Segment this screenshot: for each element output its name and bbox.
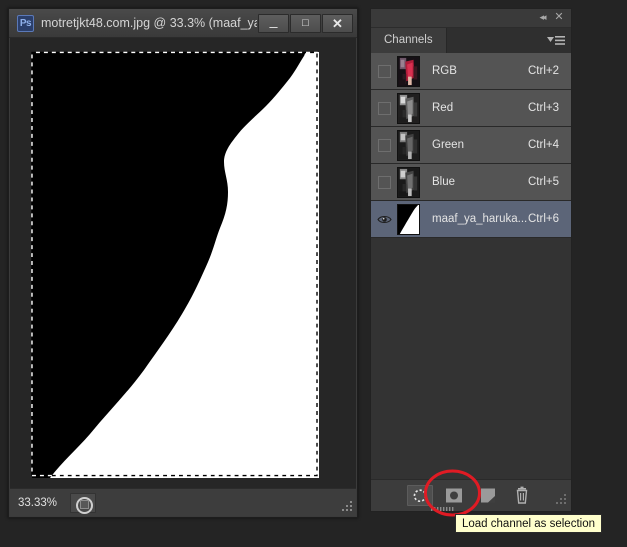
visibility-cell[interactable]	[371, 64, 397, 78]
close-icon: ✕	[332, 15, 343, 31]
document-info-icon[interactable]	[70, 492, 96, 514]
save-selection-as-channel-button[interactable]	[441, 485, 467, 506]
window-controls: _ □ ✕	[257, 11, 353, 33]
tab-channels[interactable]: Channels	[371, 28, 447, 53]
zoom-level-value[interactable]: 33.33%	[18, 497, 70, 509]
minimize-icon: _	[269, 11, 278, 28]
channel-name: Red	[432, 102, 454, 114]
new-channel-button[interactable]	[475, 485, 501, 506]
document-titlebar[interactable]: Ps motretjkt48.com.jpg @ 33.3% (maaf_ya.…	[9, 9, 357, 38]
visibility-cell[interactable]	[371, 138, 397, 152]
channel-name: Green	[432, 139, 464, 151]
window-resize-grip[interactable]	[340, 500, 353, 513]
channel-name: maaf_ya_haruka...	[432, 213, 528, 225]
visibility-checkbox[interactable]	[377, 138, 391, 152]
panel-drag-grip[interactable]	[431, 507, 457, 511]
panel-bottom-toolbar	[371, 479, 571, 511]
visibility-checkbox[interactable]	[377, 175, 391, 189]
visibility-cell[interactable]	[371, 214, 397, 225]
minimize-button[interactable]: _	[258, 11, 289, 33]
visibility-cell[interactable]	[371, 175, 397, 189]
visibility-checkbox[interactable]	[377, 101, 391, 115]
save-selection-as-channel-icon	[446, 488, 462, 503]
channel-shortcut: Ctrl+3	[528, 102, 559, 114]
canvas-area[interactable]	[10, 38, 356, 488]
load-channel-as-selection-icon	[413, 489, 427, 503]
channel-row-red[interactable]: Red Ctrl+3	[371, 90, 571, 127]
collapse-panel-icon[interactable]: ◂◂	[535, 12, 549, 23]
delete-channel-button[interactable]	[509, 485, 535, 506]
doc-icon-inner	[80, 499, 89, 509]
maximize-icon: □	[302, 16, 309, 29]
eye-icon[interactable]	[376, 214, 392, 225]
visibility-cell[interactable]	[371, 101, 397, 115]
alpha-channel-mask-image	[32, 52, 319, 478]
channel-list[interactable]: RGB Ctrl+2 Red Ctrl+3 Green Ctrl+4 Blue …	[371, 53, 571, 480]
channel-thumbnail-blue	[397, 166, 420, 198]
panel-topbar: ◂◂ ✕	[371, 9, 571, 28]
channel-shortcut: Ctrl+4	[528, 139, 559, 151]
channel-shortcut: Ctrl+2	[528, 65, 559, 77]
document-title: motretjkt48.com.jpg @ 33.3% (maaf_ya...	[41, 16, 257, 30]
channel-thumbnail-red	[397, 92, 420, 124]
channel-row-green[interactable]: Green Ctrl+4	[371, 127, 571, 164]
document-status-bar: 33.33%	[10, 488, 356, 516]
channel-thumbnail-alpha	[397, 203, 420, 235]
channel-row-blue[interactable]: Blue Ctrl+5	[371, 164, 571, 201]
channel-row-rgb[interactable]: RGB Ctrl+2	[371, 53, 571, 90]
image-canvas[interactable]	[31, 51, 319, 478]
channel-thumbnail-green	[397, 129, 420, 161]
channels-panel: ◂◂ ✕ Channels RGB Ctrl+2 Red Ctrl+3 Gree…	[370, 8, 572, 512]
panel-resize-grip[interactable]	[555, 494, 567, 506]
photoshop-logo-icon: Ps	[17, 14, 34, 32]
channel-row-alpha[interactable]: maaf_ya_haruka... Ctrl+6	[371, 201, 571, 238]
load-channel-as-selection-button[interactable]	[407, 485, 433, 506]
document-window: Ps motretjkt48.com.jpg @ 33.3% (maaf_ya.…	[8, 8, 358, 518]
panel-menu-icon[interactable]	[547, 34, 565, 47]
channel-shortcut: Ctrl+5	[528, 176, 559, 188]
close-button[interactable]: ✕	[322, 13, 353, 33]
channel-name: Blue	[432, 176, 456, 188]
channel-thumbnail-rgb	[397, 55, 420, 87]
close-panel-icon[interactable]: ✕	[552, 12, 566, 23]
channel-name: RGB	[432, 65, 457, 77]
new-channel-icon	[481, 488, 495, 503]
tooltip: Load channel as selection	[455, 514, 602, 533]
channel-shortcut: Ctrl+6	[528, 213, 559, 225]
panel-tab-row: Channels	[371, 28, 571, 54]
visibility-checkbox[interactable]	[377, 64, 391, 78]
trash-icon	[516, 486, 528, 504]
maximize-button[interactable]: □	[290, 13, 321, 33]
